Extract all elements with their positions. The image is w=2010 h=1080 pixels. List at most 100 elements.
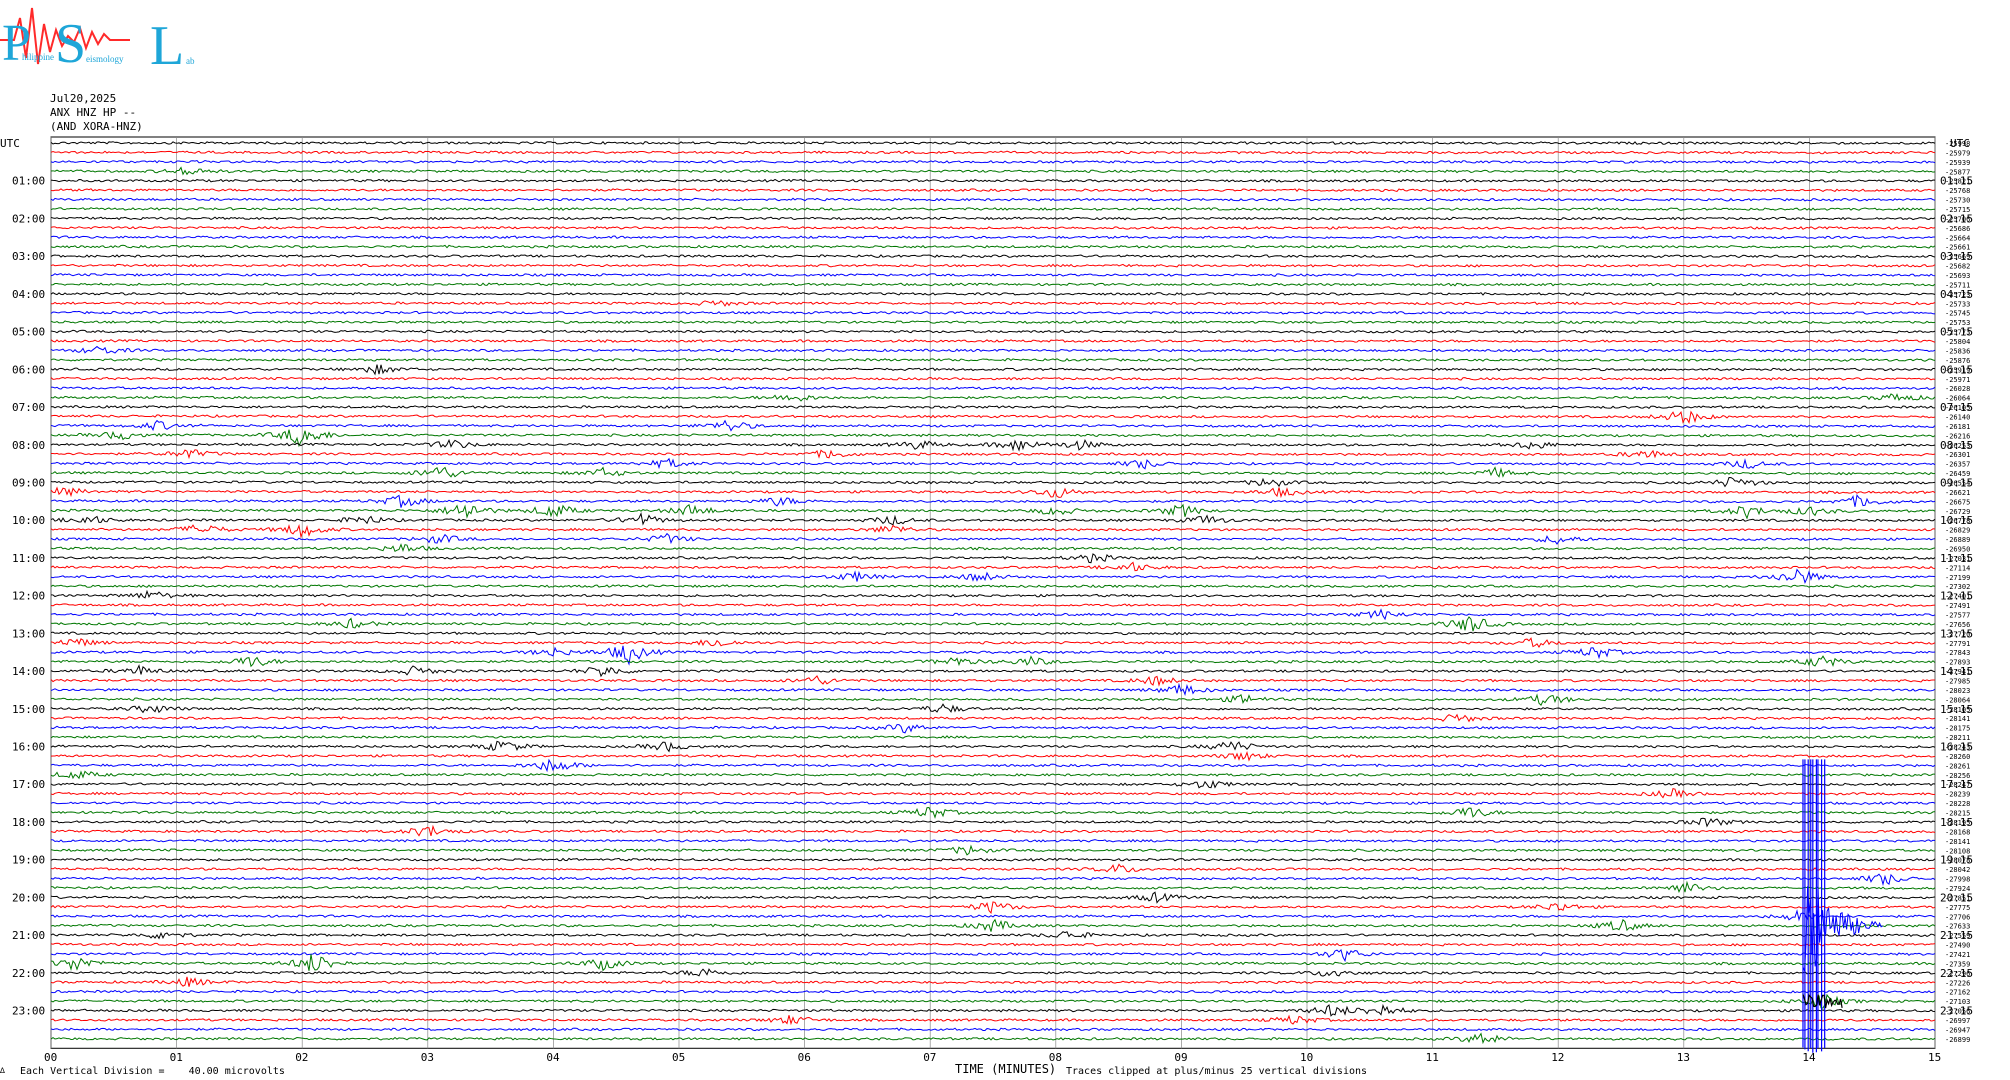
x-axis-title: TIME (MINUTES): [955, 1062, 1057, 1076]
trace-offset-label: -27633: [1945, 923, 1970, 931]
trace-offset-label: -25723: [1945, 291, 1970, 299]
seismic-trace: [50, 364, 1936, 376]
trace-offset-label: -25733: [1945, 300, 1970, 308]
seismic-trace: [50, 873, 1936, 887]
x-tick-label: 03: [421, 1051, 434, 1064]
trace-offset-label: -27490: [1945, 942, 1970, 950]
trace-offset-label: -27491: [1945, 602, 1970, 610]
trace-offset-label: -28064: [1945, 696, 1970, 704]
trace-offset-label: -26889: [1945, 536, 1970, 544]
seismic-trace: [50, 244, 1936, 249]
x-tick-label: 06: [798, 1051, 811, 1064]
seismic-trace: [50, 750, 1936, 762]
seismic-trace: [50, 909, 1936, 922]
trace-offset-label: -26554: [1945, 479, 1970, 487]
seismic-trace: [50, 393, 1936, 402]
seismic-trace: [50, 310, 1936, 315]
trace-offset-label: -27401: [1945, 593, 1970, 601]
left-hour-label: 15:00: [12, 703, 45, 716]
trace-offset-label: -26301: [1945, 451, 1970, 459]
trace-offset-label: -25686: [1945, 225, 1970, 233]
trace-offset-label: -26064: [1945, 395, 1970, 403]
seismic-trace: [50, 989, 1936, 994]
trace-offset-label: -28141: [1945, 838, 1970, 846]
trace-offset-label: -25661: [1945, 244, 1970, 252]
trace-offset-label: -25919: [1945, 366, 1970, 374]
left-hour-label: 21:00: [12, 929, 45, 942]
seismic-trace: [50, 188, 1936, 193]
seismic-trace: [50, 386, 1936, 391]
left-hour-label: 18:00: [12, 816, 45, 829]
seismic-trace: [50, 993, 1936, 1009]
trace-offset-label: -28243: [1945, 744, 1970, 752]
seismic-trace: [50, 758, 1936, 773]
seismic-trace: [50, 1027, 1936, 1032]
seismic-trace: [50, 141, 1936, 145]
trace-offset-label: -28228: [1945, 800, 1970, 808]
seismic-trace: [50, 779, 1936, 789]
x-tick-label: 13: [1677, 1051, 1690, 1064]
seismic-trace: [50, 197, 1936, 202]
trace-offset-label: -25745: [1945, 310, 1970, 318]
trace-offset-label: -28239: [1945, 791, 1970, 799]
left-hour-label: 20:00: [12, 891, 45, 904]
seismic-trace: [50, 410, 1936, 424]
seismic-trace: [50, 466, 1936, 478]
trace-offset-label: -28078: [1945, 857, 1970, 865]
seismic-trace: [50, 457, 1936, 470]
left-hour-label: 12:00: [12, 590, 45, 603]
seismic-trace: [50, 476, 1936, 488]
seismic-trace: [50, 376, 1936, 381]
left-hour-label: 22:00: [12, 967, 45, 980]
x-tick-label: 12: [1551, 1051, 1564, 1064]
trace-offset-label: -26357: [1945, 461, 1970, 469]
seismic-trace: [50, 817, 1936, 828]
trace-offset-label: -26997: [1945, 1017, 1970, 1025]
left-hour-label: 23:00: [12, 1005, 45, 1018]
seismic-trace: [50, 631, 1936, 636]
trace-offset-label: -25715: [1945, 206, 1970, 214]
trace-offset-label: -28211: [1945, 734, 1970, 742]
trace-offset-label: -28168: [1945, 828, 1970, 836]
left-hour-label: 06:00: [12, 363, 45, 376]
trace-offset-label: -28023: [1945, 687, 1970, 695]
seismic-trace: [50, 254, 1936, 259]
seismic-trace: [50, 603, 1936, 607]
left-hour-label: 09:00: [12, 476, 45, 489]
seismic-trace: [50, 339, 1936, 343]
seismic-trace: [50, 608, 1936, 621]
seismic-trace: [50, 863, 1936, 873]
seismic-trace: [50, 486, 1936, 499]
left-hour-label: 05:00: [12, 326, 45, 339]
seismic-trace: [50, 273, 1936, 278]
trace-offset-label: -25669: [1945, 253, 1970, 261]
seismic-trace: [50, 740, 1936, 753]
left-hour-label: 16:00: [12, 741, 45, 754]
seismic-trace: [50, 838, 1936, 843]
trace-offset-label: -26899: [1945, 1036, 1970, 1044]
seismic-trace: [50, 682, 1936, 696]
trace-offset-label: -26253: [1945, 442, 1970, 450]
trace-offset-label: -27843: [1945, 649, 1970, 657]
large-event-black-burst: [1802, 993, 1843, 1009]
seismic-trace: [50, 357, 1936, 362]
seismic-trace: [50, 178, 1936, 183]
trace-offset-label: -26140: [1945, 413, 1970, 421]
trace-offset-label: -28260: [1945, 753, 1970, 761]
trace-offset-label: -27103: [1945, 998, 1970, 1006]
seismic-trace: [50, 404, 1936, 409]
x-tick-label: 02: [295, 1051, 308, 1064]
trace-offset-label: -26105: [1945, 404, 1970, 412]
trace-offset-label: -25753: [1945, 319, 1970, 327]
trace-offset-label: -28195: [1945, 819, 1970, 827]
trace-offset-label: -26459: [1945, 470, 1970, 478]
seismic-trace: [50, 724, 1936, 734]
x-tick-label: 15: [1928, 1051, 1941, 1064]
trace-offset-label: -25664: [1945, 234, 1970, 242]
seismic-trace: [50, 703, 1936, 714]
left-hour-label: 07:00: [12, 401, 45, 414]
trace-offset-label: -26778: [1945, 517, 1970, 525]
left-corner-label: UTC: [0, 137, 20, 150]
x-tick-label: 01: [170, 1051, 183, 1064]
seismic-trace: [50, 637, 1936, 649]
